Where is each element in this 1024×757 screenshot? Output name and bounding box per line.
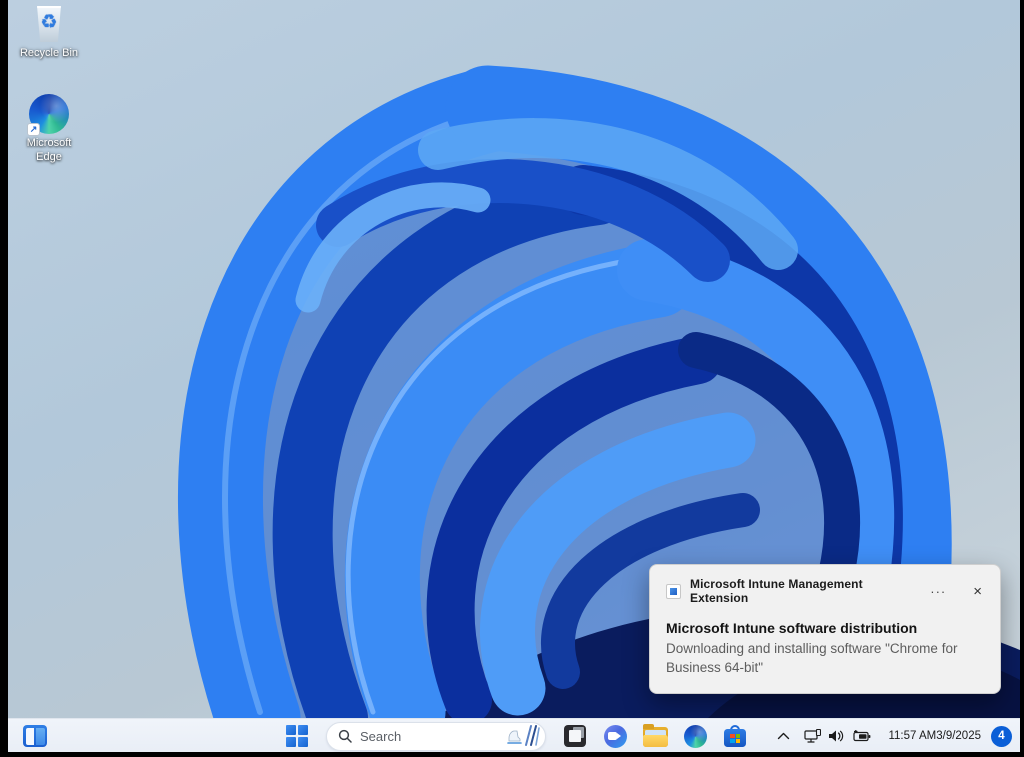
edge-button[interactable] (678, 721, 712, 751)
microsoft-store-icon (724, 725, 746, 747)
intune-app-icon (666, 584, 681, 599)
edge-icon: ↗ (29, 94, 69, 134)
chevron-up-icon (777, 732, 790, 740)
taskbar: 11:57 AM 3/9/2025 4 (8, 718, 1020, 752)
shortcut-arrow-icon: ↗ (27, 123, 40, 136)
desktop-icon-recycle-bin[interactable]: ♻ Recycle Bin (10, 4, 88, 61)
chat-icon (604, 725, 627, 748)
toast-title: Microsoft Intune software distribution (666, 620, 984, 636)
toast-more-options-icon[interactable]: ··· (920, 584, 956, 599)
desktop: ♻ Recycle Bin ↗ Microsoft Edge Microsoft… (8, 0, 1020, 752)
winter-sports-skates-skis-icon[interactable] (505, 724, 541, 748)
clock[interactable]: 11:57 AM 3/9/2025 (880, 722, 987, 750)
taskbar-center-group (280, 721, 752, 751)
desktop-icon-label: Recycle Bin (10, 47, 88, 61)
battery-charging-icon (851, 730, 871, 743)
microsoft-store-button[interactable] (718, 721, 752, 751)
widgets-button[interactable] (18, 721, 52, 751)
desktop-icon-microsoft-edge[interactable]: ↗ Microsoft Edge (10, 94, 88, 165)
task-view-icon (564, 725, 586, 747)
chat-button[interactable] (598, 721, 632, 751)
volume-icon (828, 729, 844, 743)
toast-body: Downloading and installing software "Chr… (666, 640, 978, 678)
toast-app-name: Microsoft Intune Management Extension (690, 577, 911, 605)
tray-time: 11:57 AM (888, 729, 936, 744)
toast-close-icon[interactable]: × (965, 583, 984, 600)
recycle-bin-icon: ♻ (29, 4, 69, 44)
windows-start-icon (286, 725, 308, 747)
screen-frame: ♻ Recycle Bin ↗ Microsoft Edge Microsoft… (0, 0, 1024, 757)
quick-settings-button[interactable] (797, 722, 878, 750)
file-explorer-button[interactable] (638, 721, 672, 751)
search-input[interactable] (360, 729, 505, 744)
edge-icon (684, 725, 707, 748)
start-button[interactable] (280, 721, 314, 751)
tray-date: 3/9/2025 (936, 729, 981, 744)
desktop-icon-label: Microsoft Edge (18, 137, 80, 165)
notification-center-badge[interactable]: 4 (991, 726, 1012, 747)
widgets-icon (23, 725, 47, 747)
system-tray: 11:57 AM 3/9/2025 4 (772, 719, 1016, 752)
search-icon (338, 729, 352, 743)
toast-notification[interactable]: Microsoft Intune Management Extension ··… (649, 564, 1001, 694)
hidden-icons-button[interactable] (772, 722, 795, 750)
network-ethernet-icon (804, 729, 821, 744)
file-explorer-icon (643, 727, 668, 747)
search-box[interactable] (326, 722, 546, 751)
task-view-button[interactable] (558, 721, 592, 751)
